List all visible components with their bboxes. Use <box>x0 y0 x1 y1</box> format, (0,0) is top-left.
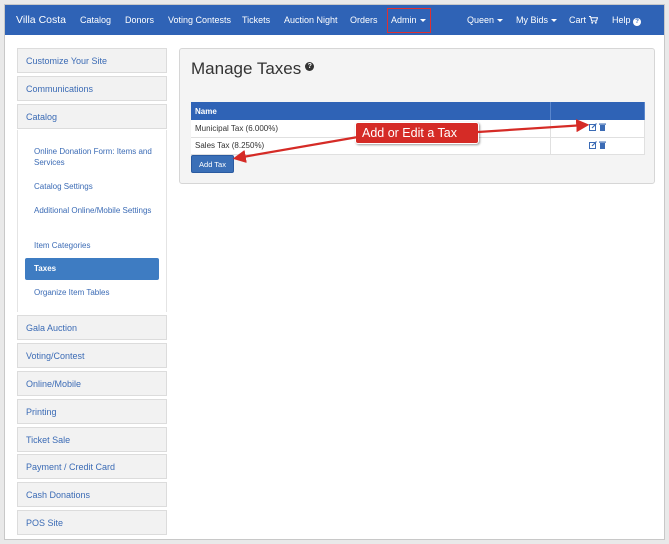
nav-auction-night[interactable]: Auction Night <box>284 5 338 35</box>
nav-admin-label: Admin <box>391 15 417 25</box>
sidebar-item-communications[interactable]: Communications <box>17 76 167 101</box>
tax-actions-cell <box>550 120 645 138</box>
top-navbar: Villa Costa Catalog Donors Voting Contes… <box>5 5 664 35</box>
sidebar-item-pos-site[interactable]: POS Site <box>17 510 167 535</box>
trash-icon[interactable] <box>599 141 607 151</box>
nav-voting-contests[interactable]: Voting Contests <box>168 5 231 35</box>
sidebar-item-gala-auction[interactable]: Gala Auction <box>17 315 167 340</box>
sidebar-item-cash-donations[interactable]: Cash Donations <box>17 482 167 507</box>
submenu-taxes-active[interactable]: Taxes <box>25 258 159 280</box>
table-header-row: Name <box>191 102 645 120</box>
sidebar-item-customize-your-site[interactable]: Customize Your Site <box>17 48 167 73</box>
submenu-item-categories[interactable]: Item Categories <box>34 240 158 251</box>
annotation-callout: Add or Edit a Tax <box>355 122 479 144</box>
nav-catalog[interactable]: Catalog <box>80 5 111 35</box>
column-header-name: Name <box>191 102 552 120</box>
cart-icon <box>588 16 598 24</box>
sidebar-item-payment-credit-card[interactable]: Payment / Credit Card <box>17 454 167 479</box>
sidebar-item-online-mobile[interactable]: Online/Mobile <box>17 371 167 396</box>
page-title-text: Manage Taxes <box>191 59 302 78</box>
add-tax-button[interactable]: Add Tax <box>191 155 234 173</box>
nav-my-bids-dropdown[interactable]: My Bids <box>516 5 558 35</box>
manage-taxes-panel: Manage Taxes? Name Municipal Tax (6.000%… <box>179 48 655 184</box>
sidebar-item-ticket-sale[interactable]: Ticket Sale <box>17 427 167 452</box>
nav-orders[interactable]: Orders <box>350 5 378 35</box>
nav-cart[interactable]: Cart <box>569 5 598 35</box>
brand-link[interactable]: Villa Costa <box>16 5 66 35</box>
nav-donors[interactable]: Donors <box>125 5 154 35</box>
nav-queen-label: Queen <box>467 15 495 25</box>
help-icon[interactable]: ? <box>305 62 315 71</box>
sidebar-item-voting-contest[interactable]: Voting/Contest <box>17 343 167 368</box>
nav-cart-label: Cart <box>569 15 587 25</box>
submenu-organize-item-tables[interactable]: Organize Item Tables <box>34 287 158 298</box>
sidebar-item-catalog[interactable]: Catalog <box>17 104 167 129</box>
nav-queen-dropdown[interactable]: Queen <box>467 5 504 35</box>
column-header-actions <box>550 102 645 120</box>
nav-my-bids-label: My Bids <box>516 15 549 25</box>
nav-help-label: Help <box>612 15 631 25</box>
edit-icon[interactable] <box>589 140 597 151</box>
catalog-submenu: Online Donation Form: Items and Services… <box>17 130 167 312</box>
nav-tickets[interactable]: Tickets <box>242 5 270 35</box>
nav-help[interactable]: Help ? <box>612 5 642 35</box>
browser-frame: Villa Costa Catalog Donors Voting Contes… <box>4 4 665 540</box>
submenu-catalog-settings[interactable]: Catalog Settings <box>34 181 158 192</box>
caret-down-icon <box>497 19 504 23</box>
tax-actions-cell <box>550 137 645 155</box>
submenu-additional-online-mobile-settings[interactable]: Additional Online/Mobile Settings <box>34 205 158 216</box>
question-circle-icon: ? <box>633 18 642 26</box>
sidebar-item-printing[interactable]: Printing <box>17 399 167 424</box>
trash-icon[interactable] <box>599 123 607 133</box>
caret-down-icon <box>551 19 558 23</box>
edit-icon[interactable] <box>589 123 597 133</box>
nav-admin-dropdown[interactable]: Admin <box>391 5 426 35</box>
page-title: Manage Taxes? <box>191 59 315 79</box>
caret-down-icon <box>419 19 426 23</box>
submenu-online-donation-form[interactable]: Online Donation Form: Items and Services <box>34 146 158 168</box>
